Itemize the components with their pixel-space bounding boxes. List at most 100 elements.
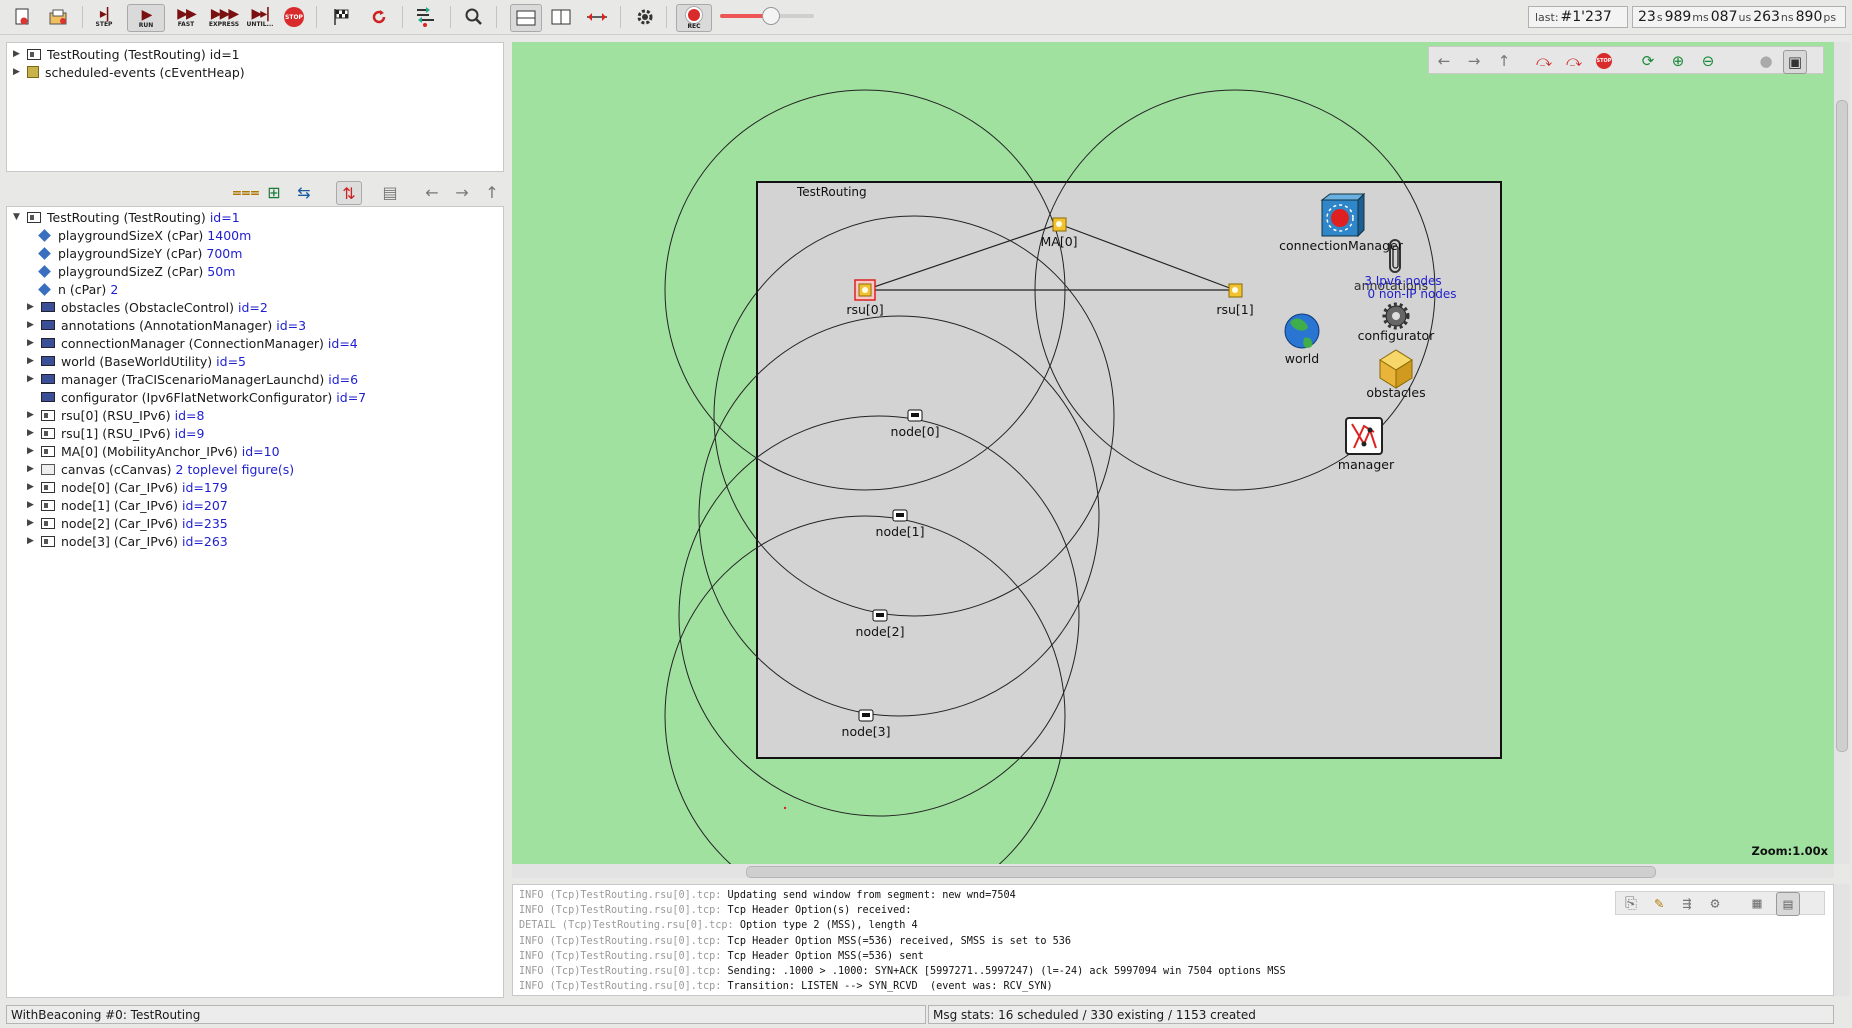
expand-arrow-icon[interactable]: ▶: [27, 428, 37, 438]
step-in-module-icon[interactable]: ⤼: [1533, 50, 1555, 72]
log-mode-icon[interactable]: ▤: [1776, 892, 1800, 916]
expand-arrow-icon[interactable]: ▶: [27, 302, 37, 312]
flat-mode-icon[interactable]: ⊞: [262, 181, 286, 203]
submodule-row[interactable]: ▶ obstacles (ObstacleControl) id=2: [27, 298, 268, 316]
submodule-row[interactable]: ▶ MA[0] (MobilityAnchor_IPv6) id=10: [27, 442, 280, 460]
expand-arrow-icon[interactable]: ▶: [27, 320, 37, 330]
param-row[interactable]: playgroundSizeY (cPar) 700m: [37, 244, 242, 262]
up-arrow-icon[interactable]: ↑: [480, 181, 504, 203]
rsu1-icon[interactable]: [1228, 283, 1243, 298]
submodule-row[interactable]: ▶ node[0] (Car_IPv6) id=179: [27, 478, 228, 496]
expand-arrow-icon[interactable]: ▶: [13, 67, 23, 77]
find-log-icon[interactable]: ⇶: [1676, 892, 1698, 914]
expand-arrow-icon[interactable]: ▶: [27, 482, 37, 492]
param-row[interactable]: playgroundSizeX (cPar) 1400m: [37, 226, 251, 244]
until-button[interactable]: ▶▸| UNTIL...: [242, 4, 278, 30]
param-row[interactable]: n (cPar) 2: [37, 280, 118, 298]
speed-slider-knob[interactable]: [762, 7, 780, 25]
load-ned-icon[interactable]: [46, 4, 72, 30]
rebuild-network-icon[interactable]: [366, 4, 392, 30]
expand-arrow-icon[interactable]: ▶: [27, 356, 37, 366]
expand-arrow-icon[interactable]: [27, 392, 37, 402]
fast-in-module-icon[interactable]: ⤼: [1563, 50, 1585, 72]
up-arrow-icon[interactable]: ↑: [1493, 50, 1515, 72]
submodule-row[interactable]: ▶ connectionManager (ConnectionManager) id…: [27, 334, 358, 352]
run-button[interactable]: ▶ RUN: [127, 4, 165, 32]
zoom-level: Zoom:1.00x: [1751, 844, 1828, 858]
module-view-icon[interactable]: ▣: [1783, 50, 1807, 74]
children-mode-icon[interactable]: ⇆: [292, 181, 316, 203]
tree-root-testrouting[interactable]: ▼ TestRouting (TestRouting) id=1: [13, 208, 240, 226]
back-arrow-icon[interactable]: ←: [420, 181, 444, 203]
submodule-row[interactable]: ▶ rsu[1] (RSU_IPv6) id=9: [27, 424, 204, 442]
step-button[interactable]: ▸| STEP: [86, 4, 122, 30]
expand-arrow-icon[interactable]: ▶: [27, 464, 37, 474]
forward-arrow-icon[interactable]: →: [450, 181, 474, 203]
log-vertical-scrollbar[interactable]: [1834, 884, 1850, 996]
find-objects-icon[interactable]: [461, 4, 487, 30]
param-row[interactable]: playgroundSizeZ (cPar) 50m: [37, 262, 235, 280]
tree-item-scheduled-events[interactable]: ▶ scheduled-events (cEventHeap): [13, 63, 245, 81]
expand-arrow-icon[interactable]: ▶: [27, 500, 37, 510]
layout-horizontal-icon[interactable]: [510, 4, 542, 32]
tree-item-testrouting[interactable]: ▶ TestRouting (TestRouting) id=1: [13, 45, 240, 63]
stop-in-module-icon[interactable]: STOP: [1593, 50, 1615, 72]
log-settings-gear-icon[interactable]: ⚙: [1704, 892, 1726, 914]
copy-log-icon[interactable]: ⎘: [1620, 892, 1642, 914]
inheritance-mode-icon[interactable]: ⇅: [336, 181, 362, 205]
world-globe-icon[interactable]: [1284, 313, 1320, 349]
group-by-kind-icon[interactable]: ⩶: [232, 181, 259, 203]
layout-vertical-icon[interactable]: [548, 4, 574, 30]
stop-button[interactable]: STOP: [281, 4, 307, 30]
settings-gear-icon[interactable]: [632, 4, 658, 30]
express-button[interactable]: ▶▶▶ EXPRESS: [206, 4, 242, 30]
canvas-vertical-scroll-thumb[interactable]: [1836, 100, 1848, 752]
last-event-label: last:: [1535, 10, 1559, 24]
car-node1-icon[interactable]: [892, 509, 908, 522]
car-node3-icon[interactable]: [858, 709, 874, 722]
submodule-id: id=5: [216, 353, 247, 369]
expand-arrow-icon[interactable]: ▶: [27, 536, 37, 546]
record-events-button[interactable]: [412, 4, 438, 30]
zoom-out-icon[interactable]: ⊖: [1697, 50, 1719, 72]
submodule-row[interactable]: ▶ rsu[0] (RSU_IPv6) id=8: [27, 406, 204, 424]
submodule-row[interactable]: ▶ node[3] (Car_IPv6) id=263: [27, 532, 228, 550]
canvas-horizontal-scroll-thumb[interactable]: [746, 866, 1656, 878]
submodule-row[interactable]: ▶ node[2] (Car_IPv6) id=235: [27, 514, 228, 532]
expand-arrow-icon[interactable]: ▶: [27, 446, 37, 456]
collapse-arrow-icon[interactable]: ▼: [13, 212, 23, 222]
expand-arrow-icon[interactable]: ▶: [13, 49, 23, 59]
timeline-icon[interactable]: [584, 4, 610, 30]
network-canvas[interactable]: TestRouting rsu[0] rsu[1] MA[0] node[0] …: [512, 42, 1834, 864]
car-node0-icon[interactable]: [907, 409, 923, 422]
submodule-row[interactable]: ▶ world (BaseWorldUtility) id=5: [27, 352, 246, 370]
filter-log-icon[interactable]: ✎: [1648, 892, 1670, 914]
configurator-info-nonip: 0 non-IP nodes: [1367, 287, 1457, 301]
manager-icon[interactable]: [1345, 417, 1383, 455]
forward-arrow-icon[interactable]: →: [1463, 50, 1485, 72]
expand-arrow-icon[interactable]: ▶: [27, 338, 37, 348]
expand-arrow-icon[interactable]: ▶: [27, 518, 37, 528]
rsu0-icon[interactable]: [854, 279, 876, 301]
expand-arrow-icon[interactable]: ▶: [27, 410, 37, 420]
ma0-icon[interactable]: [1052, 217, 1067, 232]
back-arrow-icon[interactable]: ←: [1433, 50, 1455, 72]
submodule-row[interactable]: ▶ manager (TraCIScenarioManagerLaunchd) id…: [27, 370, 358, 388]
fast-button[interactable]: ▶▶ FAST: [168, 4, 204, 30]
relayout-icon[interactable]: ⟳: [1637, 50, 1659, 72]
submodule-row[interactable]: ▶ canvas (cCanvas) 2 toplevel figure(s): [27, 460, 294, 478]
submodule-row[interactable]: ▶ node[1] (Car_IPv6) id=207: [27, 496, 228, 514]
submodule-row[interactable]: ▶ annotations (AnnotationManager) id=3: [27, 316, 306, 334]
car-node2-icon[interactable]: [872, 609, 888, 622]
messages-mode-icon[interactable]: ▦: [1746, 892, 1768, 914]
submodule-row[interactable]: configurator (Ipv6FlatNetworkConfigurato…: [27, 388, 366, 406]
event-log-panel[interactable]: INFO (Tcp)TestRouting.rsu[0].tcp: Updati…: [512, 884, 1834, 996]
expand-arrow-icon[interactable]: ▶: [27, 374, 37, 384]
finish-flag-icon[interactable]: [328, 4, 354, 30]
record-video-button[interactable]: REC: [676, 4, 712, 32]
animation-toggle-icon[interactable]: ●: [1755, 50, 1777, 72]
inspect-icon[interactable]: ▤: [378, 181, 402, 203]
new-network-icon[interactable]: [10, 4, 36, 30]
connection-manager-icon[interactable]: [1320, 192, 1366, 238]
zoom-in-icon[interactable]: ⊕: [1667, 50, 1689, 72]
